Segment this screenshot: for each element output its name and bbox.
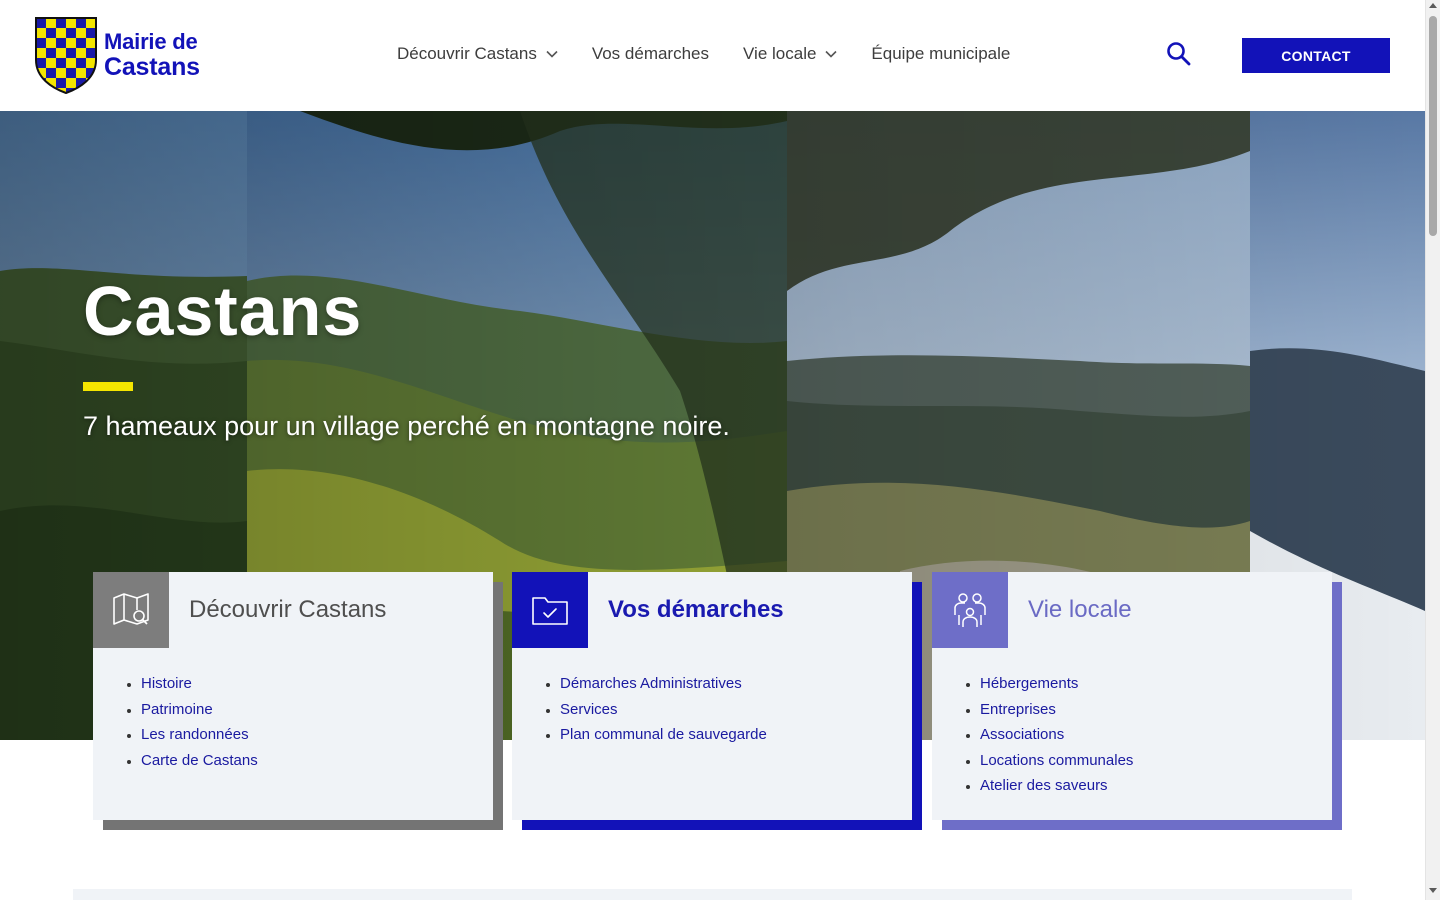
card-link-randonnees[interactable]: Les randonnées (141, 722, 258, 748)
hero-accent-bar (83, 382, 133, 391)
nav-item-vos-demarches[interactable]: Vos démarches (592, 44, 709, 64)
logo-text: Mairie de Castans (104, 29, 200, 81)
card-vie-locale: Vie locale Hébergements Entreprises Asso… (932, 572, 1342, 830)
nav-item-decouvrir-castans[interactable]: Découvrir Castans (397, 44, 558, 64)
card-link-hebergements[interactable]: Hébergements (980, 671, 1133, 697)
card-link-associations[interactable]: Associations (980, 722, 1133, 748)
card-link-list: Histoire Patrimoine Les randonnées Carte… (141, 671, 258, 773)
card-link-services[interactable]: Services (560, 697, 767, 723)
logo-line-1: Mairie de (104, 29, 198, 54)
folder-check-icon (532, 597, 568, 625)
nav-item-label: Découvrir Castans (397, 44, 537, 63)
card-title: Découvrir Castans (189, 596, 387, 623)
hero-subtitle: 7 hameaux pour un village perché en mont… (83, 411, 730, 441)
card-link-list: Hébergements Entreprises Associations Lo… (980, 671, 1133, 799)
card-link-entreprises[interactable]: Entreprises (980, 697, 1133, 723)
scrollbar-thumb[interactable] (1429, 16, 1437, 236)
main-nav: Découvrir Castans Vos démarches Vie loca… (397, 44, 1044, 64)
coat-of-arms-logo (35, 17, 97, 94)
nav-item-equipe-municipale[interactable]: Équipe municipale (871, 44, 1010, 64)
card-title: Vos démarches (608, 596, 784, 623)
card-vos-demarches: Vos démarches Démarches Administratives … (512, 572, 922, 830)
card-link-carte[interactable]: Carte de Castans (141, 748, 258, 774)
card-body: Découvrir Castans Histoire Patrimoine Le… (93, 572, 493, 820)
card-icon-box (512, 572, 588, 648)
scroll-up-arrow-icon[interactable] (1429, 3, 1437, 8)
map-search-icon (113, 593, 149, 625)
card-body: Vos démarches Démarches Administratives … (512, 572, 912, 820)
logo-line-2: Castans (104, 53, 200, 81)
nav-item-label: Vos démarches (591, 44, 710, 63)
nav-item-label: Équipe municipale (871, 44, 1011, 63)
scroll-down-arrow-icon[interactable] (1429, 888, 1437, 893)
card-icon-box (93, 572, 169, 648)
contact-button[interactable]: CONTACT (1242, 38, 1390, 73)
card-link-histoire[interactable]: Histoire (141, 671, 258, 697)
search-icon[interactable] (1166, 41, 1192, 67)
nav-item-label: Vie locale (743, 44, 817, 63)
chevron-down-icon (825, 50, 837, 58)
card-icon-box (932, 572, 1008, 648)
people-icon (954, 593, 986, 627)
card-decouvrir-castans: Découvrir Castans Histoire Patrimoine Le… (93, 572, 503, 830)
card-title: Vie locale (1028, 596, 1132, 623)
next-section-edge (73, 889, 1352, 900)
card-link-demarches-administratives[interactable]: Démarches Administratives (560, 671, 767, 697)
site-header: Mairie de Castans Découvrir Castans Vos … (0, 0, 1425, 111)
card-link-atelier-saveurs[interactable]: Atelier des saveurs (980, 773, 1133, 799)
hero-title: Castans (83, 272, 363, 350)
card-body: Vie locale Hébergements Entreprises Asso… (932, 572, 1332, 820)
card-link-locations-communales[interactable]: Locations communales (980, 748, 1133, 774)
nav-item-vie-locale[interactable]: Vie locale (743, 44, 837, 64)
chevron-down-icon (546, 50, 558, 58)
card-link-list: Démarches Administratives Services Plan … (560, 671, 767, 748)
site-logo[interactable]: Mairie de Castans (34, 16, 200, 94)
page-scrollbar[interactable] (1425, 0, 1440, 900)
card-link-plan-communal[interactable]: Plan communal de sauvegarde (560, 722, 767, 748)
card-link-patrimoine[interactable]: Patrimoine (141, 697, 258, 723)
